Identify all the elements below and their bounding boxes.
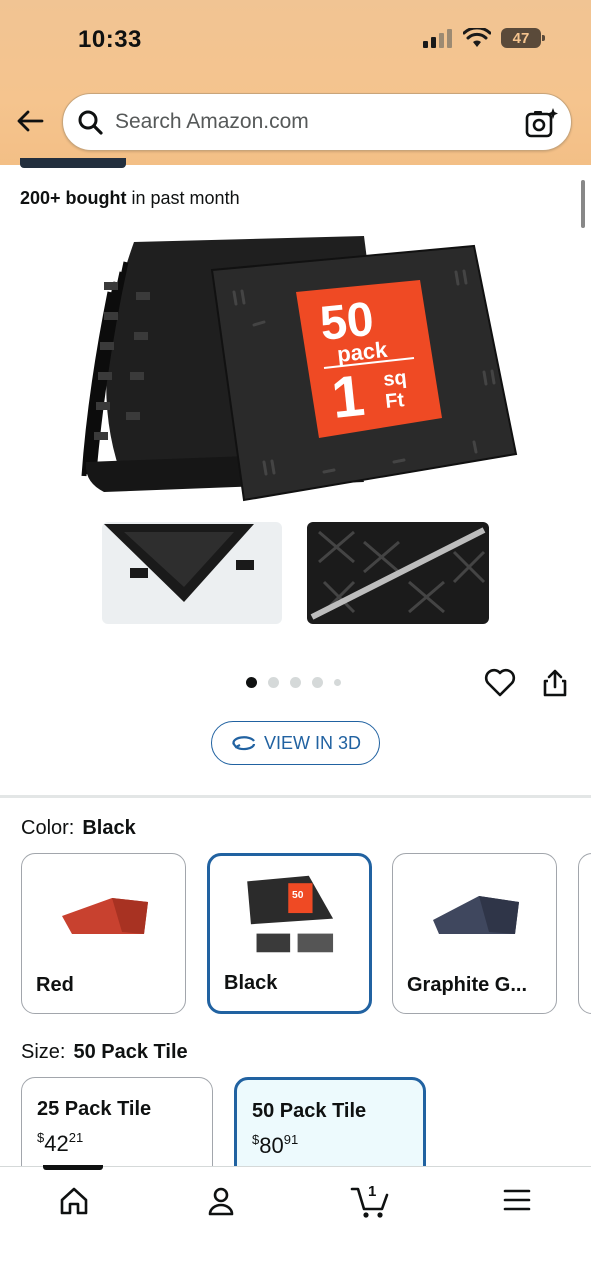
black-tile-thumbnail: 50: [247, 875, 334, 953]
overlay-ft: Ft: [384, 389, 405, 413]
back-arrow-icon[interactable]: [14, 105, 46, 137]
status-time: 10:33: [78, 26, 142, 53]
bought-in-past-month: 200+ bought in past month: [20, 188, 240, 209]
color-selected-value: Black: [82, 817, 136, 839]
home-icon[interactable]: [58, 1185, 90, 1217]
search-input[interactable]: [115, 110, 495, 134]
overlay-sq: sq: [382, 367, 408, 391]
bottom-nav: 1: [0, 1165, 591, 1280]
price-whole: 42: [44, 1131, 69, 1156]
section-divider: [0, 795, 591, 798]
status-icons: 47: [423, 28, 545, 48]
size-label-text: Size:: [21, 1041, 66, 1063]
carousel-dots[interactable]: [246, 677, 341, 688]
header: 10:33 47: [0, 0, 591, 165]
bought-count: 200+ bought: [20, 188, 127, 208]
wifi-icon: [463, 28, 491, 47]
menu-icon[interactable]: [502, 1185, 532, 1215]
color-swatch-label: Black: [224, 972, 278, 994]
signal-icon: [423, 29, 452, 48]
size-option-title: 25 Pack Tile: [37, 1098, 152, 1120]
carousel-dot[interactable]: [312, 677, 323, 688]
product-image[interactable]: 50 pack 1 sq Ft: [64, 222, 524, 642]
scrollbar[interactable]: [581, 180, 585, 228]
account-icon[interactable]: [205, 1185, 237, 1217]
camera-search-icon[interactable]: [525, 107, 559, 139]
share-icon[interactable]: [541, 668, 569, 698]
cart-count: 1: [368, 1183, 377, 1200]
color-label-text: Color:: [21, 817, 75, 839]
product-badge: [20, 158, 126, 168]
inset-corner-image: [102, 522, 282, 624]
carousel-dot[interactable]: [246, 677, 257, 688]
rotate-3d-icon: [232, 736, 256, 751]
carousel-dot[interactable]: [334, 679, 341, 686]
color-label: Color: Black: [21, 817, 136, 840]
graphite-tile-thumbnail: [433, 896, 519, 934]
size-selected-value: 50 Pack Tile: [73, 1041, 188, 1063]
black-tile-badge: 50: [292, 890, 304, 901]
color-swatch-graphite[interactable]: Graphite G...: [392, 853, 557, 1014]
carousel-dot[interactable]: [290, 677, 301, 688]
size-option-price: $8091: [252, 1132, 298, 1159]
search-bar[interactable]: [62, 93, 572, 151]
color-swatch-label: Graphite G...: [407, 974, 528, 996]
size-option-title: 50 Pack Tile: [252, 1100, 367, 1122]
overlay-one: 1: [329, 363, 368, 431]
nav-active-indicator: [43, 1165, 103, 1170]
size-label: Size: 50 Pack Tile: [21, 1041, 188, 1064]
battery-icon: 47: [501, 28, 545, 48]
view-in-3d-button[interactable]: VIEW IN 3D: [211, 721, 380, 765]
red-tile-thumbnail: [62, 898, 148, 934]
price-whole: 80: [259, 1133, 284, 1158]
size-option-price: $4221: [37, 1130, 83, 1157]
price-fraction: 21: [68, 1130, 84, 1145]
view-in-3d-label: VIEW IN 3D: [263, 732, 361, 753]
front-tile: 50 pack 1 sq Ft: [210, 244, 518, 502]
heart-icon[interactable]: [484, 668, 516, 698]
battery-level: 47: [512, 29, 530, 47]
color-swatch-label: Red: [36, 974, 74, 996]
search-icon: [78, 110, 103, 135]
inset-grid-image: [307, 522, 489, 624]
color-swatch-more[interactable]: [578, 853, 591, 1014]
color-swatch-black[interactable]: 50 Black: [207, 853, 372, 1014]
price-fraction: 91: [283, 1132, 299, 1147]
carousel-dot[interactable]: [268, 677, 279, 688]
bought-suffix: in past month: [126, 188, 240, 208]
color-swatch-red[interactable]: Red: [21, 853, 186, 1014]
